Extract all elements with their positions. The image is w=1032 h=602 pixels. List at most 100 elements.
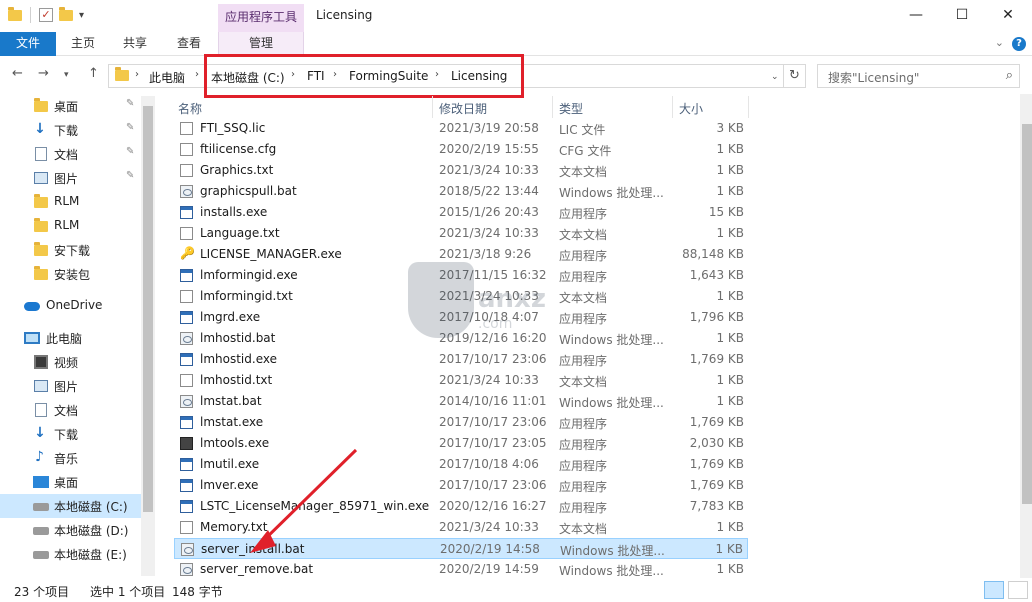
sidebar-item-desktop-quick[interactable]: 桌面 ✎ (0, 94, 156, 118)
sidebar-item-pictures-quick[interactable]: 图片 ✎ (0, 166, 156, 190)
column-header-type[interactable]: 类型 (559, 100, 583, 117)
column-divider[interactable] (672, 96, 673, 118)
document-icon (35, 147, 47, 161)
refresh-icon[interactable]: ↻ (784, 64, 806, 88)
file-row[interactable]: LSTC_LicenseManager_85971_win.exe 2020/12… (174, 496, 748, 517)
file-row[interactable]: 🔑 LICENSE_MANAGER.exe 2021/3/18 9:26 应用程序 88… (174, 244, 748, 265)
pin-icon[interactable]: ✎ (126, 146, 134, 157)
breadcrumb-separator-icon[interactable]: › (195, 69, 199, 80)
folder-icon[interactable] (8, 6, 22, 21)
file-name: Graphics.txt (200, 163, 274, 177)
tab-manage[interactable]: 管理 (218, 32, 304, 56)
sidebar-item-drive-c[interactable]: 本地磁盘 (C:) (0, 494, 141, 518)
file-row[interactable]: lmformingid.exe 2017/11/15 16:32 应用程序 1,643… (174, 265, 748, 286)
sidebar-item-downloads[interactable]: ↓ 下载 (0, 422, 156, 446)
pin-icon[interactable]: ✎ (126, 170, 134, 181)
file-row[interactable]: lmhostid.exe 2017/10/17 23:06 应用程序 1,769 KB (174, 349, 748, 370)
application-icon (180, 500, 193, 513)
file-row[interactable]: FTI_SSQ.lic 2021/3/19 20:58 LIC 文件 3 KB (174, 118, 748, 139)
sidebar-item-documents[interactable]: 文档 (0, 398, 156, 422)
file-type: 应用程序 (559, 480, 608, 494)
file-row[interactable]: lmutil.exe 2017/10/18 4:06 应用程序 1,769 KB (174, 454, 748, 475)
sidebar-scrollbar[interactable] (141, 96, 155, 576)
window-title: Licensing (316, 8, 373, 22)
large-icons-view-button[interactable] (1008, 581, 1028, 599)
new-folder-icon[interactable] (59, 6, 73, 21)
file-row[interactable]: graphicspull.bat 2018/5/22 13:44 Windows 批… (174, 181, 748, 202)
sidebar-item-label: RLM (54, 194, 80, 208)
recent-locations-chevron-icon[interactable]: ▾ (64, 70, 69, 80)
application-icon (180, 353, 193, 366)
file-row[interactable]: Language.txt 2021/3/24 10:33 文本文档 1 KB (174, 223, 748, 244)
file-size: 88,148 KB (682, 247, 744, 261)
sidebar-item-drive-d[interactable]: 本地磁盘 (D:) (0, 518, 156, 542)
sidebar-item-label: 图片 (54, 172, 79, 186)
tab-file[interactable]: 文件 (0, 32, 56, 56)
sidebar-item-rlm-2[interactable]: RLM (0, 214, 156, 238)
ribbon-expand-chevron-icon[interactable]: ⌄ (995, 36, 1004, 49)
properties-check-icon[interactable]: ✓ (39, 8, 53, 22)
config-file-icon (180, 143, 193, 156)
column-header-date[interactable]: 修改日期 (439, 100, 487, 117)
tab-share[interactable]: 共享 (112, 32, 158, 56)
search-input[interactable]: 搜索"Licensing" ⌕ (817, 64, 1020, 88)
sidebar-item-desktop[interactable]: 桌面 (0, 470, 156, 494)
scrollbar-thumb[interactable] (1022, 124, 1032, 504)
close-button[interactable]: ✕ (985, 0, 1031, 30)
sidebar-item-this-pc[interactable]: 此电脑 (0, 326, 156, 350)
address-history-chevron-icon[interactable]: ⌄ (771, 72, 779, 82)
sidebar-item-drive-e[interactable]: 本地磁盘 (E:) (0, 542, 156, 566)
file-date: 2019/12/16 16:20 (439, 331, 547, 345)
file-row[interactable]: lmstat.bat 2014/10/16 11:01 Windows 批处理...… (174, 391, 748, 412)
file-row[interactable]: lmformingid.txt 2021/3/24 10:33 文本文档 1 KB (174, 286, 748, 307)
details-view-button[interactable] (984, 581, 1004, 599)
file-name: lmhostid.exe (200, 352, 277, 366)
sidebar-item-label: 安下载 (54, 244, 91, 258)
file-name: Memory.txt (200, 520, 268, 534)
back-arrow-icon[interactable]: ← (12, 66, 23, 81)
file-type: 文本文档 (559, 228, 608, 242)
sidebar-item-music[interactable]: ♪ 音乐 (0, 446, 156, 470)
minimize-button[interactable]: — (893, 0, 939, 30)
tab-home[interactable]: 主页 (60, 32, 106, 56)
pin-icon[interactable]: ✎ (126, 98, 134, 109)
file-row[interactable]: Memory.txt 2021/3/24 10:33 文本文档 1 KB (174, 517, 748, 538)
tab-view[interactable]: 查看 (166, 32, 212, 56)
breadcrumb-this-pc[interactable]: 此电脑 (149, 69, 185, 86)
file-row[interactable]: Graphics.txt 2021/3/24 10:33 文本文档 1 KB (174, 160, 748, 181)
scrollbar-thumb[interactable] (143, 106, 153, 512)
breadcrumb-separator-icon[interactable]: › (135, 69, 139, 80)
file-row[interactable]: lmtools.exe 2017/10/17 23:05 应用程序 2,030 KB (174, 433, 748, 454)
column-divider[interactable] (552, 96, 553, 118)
sidebar-item-downloads-quick[interactable]: ↓ 下载 ✎ (0, 118, 156, 142)
sidebar-item-pictures[interactable]: 图片 (0, 374, 156, 398)
file-row[interactable]: lmstat.exe 2017/10/17 23:06 应用程序 1,769 KB (174, 412, 748, 433)
file-list-scrollbar[interactable] (1020, 94, 1032, 578)
file-row[interactable]: installs.exe 2015/1/26 20:43 应用程序 15 KB (174, 202, 748, 223)
file-row[interactable]: lmhostid.txt 2021/3/24 10:33 文本文档 1 KB (174, 370, 748, 391)
column-divider[interactable] (432, 96, 433, 118)
sidebar-item-rlm-1[interactable]: RLM (0, 190, 156, 214)
search-icon[interactable]: ⌕ (1006, 68, 1013, 83)
file-row[interactable]: ftilicense.cfg 2020/2/19 15:55 CFG 文件 1 KB (174, 139, 748, 160)
sidebar-item-videos[interactable]: 视频 (0, 350, 156, 374)
column-header-name[interactable]: 名称 (178, 100, 202, 117)
sidebar-item-onedrive[interactable]: OneDrive (0, 294, 156, 318)
column-header-size[interactable]: 大小 (679, 100, 703, 117)
file-row[interactable]: server_remove.bat 2020/2/19 14:59 Windows … (174, 559, 748, 580)
file-row[interactable]: lmhostid.bat 2019/12/16 16:20 Windows 批处理.… (174, 328, 748, 349)
sidebar-item-label: 图片 (54, 380, 79, 394)
sidebar-item-installers[interactable]: 安装包 (0, 262, 156, 286)
file-row-selected[interactable]: server_install.bat 2020/2/19 14:58 Windows… (174, 538, 748, 559)
sidebar-item-documents-quick[interactable]: 文档 ✎ (0, 142, 156, 166)
customize-toolbar-chevron-icon[interactable]: ▾ (79, 10, 84, 21)
column-divider[interactable] (748, 96, 749, 118)
sidebar-item-anxiazai[interactable]: 安下载 (0, 238, 156, 262)
maximize-button[interactable]: ☐ (939, 0, 985, 30)
help-icon[interactable]: ? (1012, 37, 1026, 51)
forward-arrow-icon[interactable]: → (38, 66, 49, 81)
pin-icon[interactable]: ✎ (126, 122, 134, 133)
up-arrow-icon[interactable]: ↑ (88, 66, 99, 81)
file-row[interactable]: lmver.exe 2017/10/17 23:06 应用程序 1,769 KB (174, 475, 748, 496)
file-row[interactable]: lmgrd.exe 2017/10/18 4:07 应用程序 1,796 KB (174, 307, 748, 328)
